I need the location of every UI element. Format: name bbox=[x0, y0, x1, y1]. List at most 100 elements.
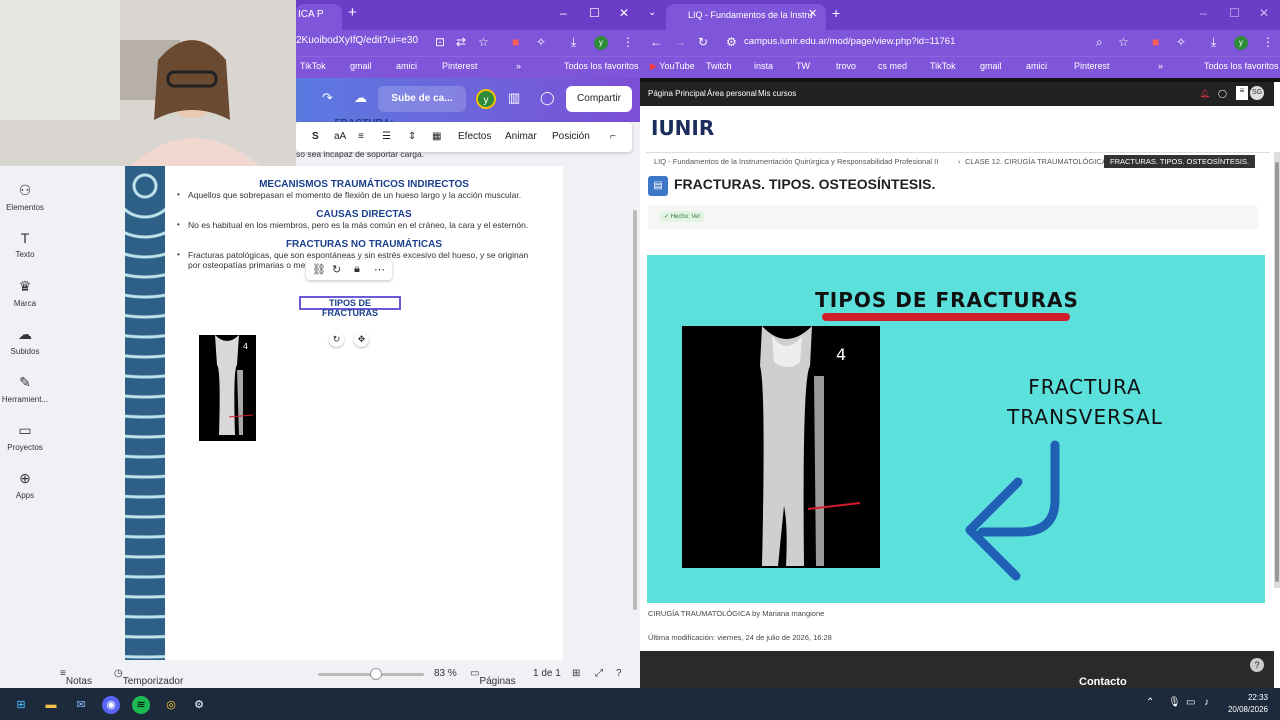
extensions-icon[interactable]: ✧ bbox=[1176, 35, 1186, 49]
star-icon[interactable]: ☆ bbox=[1118, 35, 1129, 49]
grid-view-icon[interactable]: ⊞ bbox=[572, 668, 580, 679]
sidebar-item-projects[interactable]: ▭ Proyectos bbox=[0, 422, 50, 452]
bookmark-youtube[interactable]: ▶ YouTube bbox=[650, 61, 695, 72]
help-icon[interactable]: ? bbox=[1250, 658, 1264, 672]
sidebar-item-apps[interactable]: ⊕ Apps bbox=[0, 470, 50, 500]
minimize-icon[interactable]: – bbox=[1200, 6, 1207, 20]
xray-thumbnail[interactable]: 4 bbox=[199, 335, 256, 441]
bookmark-tiktok[interactable]: TikTok bbox=[930, 61, 956, 71]
paint-format-icon[interactable]: ⌐ bbox=[610, 131, 616, 142]
cloud-save-icon[interactable]: ☁ bbox=[354, 90, 367, 106]
bookmark-tiktok[interactable]: TikTok bbox=[300, 61, 326, 71]
network-icon[interactable]: ▭ bbox=[1186, 697, 1195, 708]
sidebar-item-uploads[interactable]: ☁ Subidos bbox=[0, 326, 50, 356]
share-button[interactable]: Compartir bbox=[566, 86, 632, 112]
bookmark-gmail[interactable]: gmail bbox=[980, 61, 1002, 71]
bookmark-cs-med[interactable]: cs med bbox=[878, 61, 907, 71]
more-bookmarks-icon[interactable]: » bbox=[516, 61, 521, 71]
canva-tab[interactable]: ICA P bbox=[296, 4, 342, 30]
mail-icon[interactable]: ✉ bbox=[72, 696, 90, 714]
tray-chevron-icon[interactable]: ⌃ bbox=[1146, 697, 1154, 708]
link-icon[interactable]: ⛓ bbox=[312, 263, 326, 276]
maximize-icon[interactable]: ☐ bbox=[589, 6, 600, 20]
lock-icon[interactable]: 🔒︎ bbox=[354, 263, 360, 276]
download-icon[interactable]: ⤓ bbox=[1211, 35, 1216, 50]
menu-icon[interactable]: ⋮ bbox=[622, 35, 634, 49]
url-text[interactable]: 2KuoibodXyIfQ/edit?ui=e30 bbox=[296, 35, 418, 46]
move-icon[interactable]: ✥ bbox=[354, 332, 369, 347]
list-icon[interactable]: ☰ bbox=[382, 131, 391, 142]
zoom-slider-handle[interactable] bbox=[370, 668, 382, 680]
bookmark-amici[interactable]: amici bbox=[396, 61, 417, 71]
strikethrough-icon[interactable]: S bbox=[312, 131, 319, 142]
canvas-scrollbar[interactable] bbox=[633, 210, 637, 610]
zoom-value[interactable]: 83 % bbox=[434, 668, 457, 679]
comment-icon[interactable]: ◯ bbox=[540, 90, 555, 106]
extension-red-icon[interactable]: ■ bbox=[1152, 35, 1159, 49]
done-badge[interactable]: ✓ Hecho: Ver bbox=[660, 211, 705, 222]
url-text[interactable]: campus.iunir.edu.ar/mod/page/view.php?id… bbox=[744, 36, 955, 47]
comment-add-icon[interactable]: ↻ bbox=[332, 263, 341, 276]
system-clock[interactable]: 22:33 20/08/2026 bbox=[1222, 692, 1268, 716]
align-icon[interactable]: ≡ bbox=[358, 131, 364, 142]
download-icon[interactable]: ⤓ bbox=[571, 35, 576, 50]
bookmark-pinterest[interactable]: Pinterest bbox=[442, 61, 478, 71]
menu-icon[interactable]: ⋮ bbox=[1262, 35, 1274, 49]
profile-avatar[interactable]: y bbox=[1234, 36, 1248, 50]
spacing-icon[interactable]: ⇕ bbox=[408, 131, 416, 142]
drawer-icon[interactable]: ≡ bbox=[1236, 86, 1248, 100]
bookmark-tw[interactable]: TW bbox=[796, 61, 810, 71]
volume-icon[interactable]: ♪ bbox=[1204, 697, 1209, 708]
effects-button[interactable]: Efectos bbox=[458, 131, 491, 142]
timer-button[interactable]: ◷ Temporizador bbox=[114, 668, 183, 687]
bookmarks-folder[interactable]: Todos los favoritos bbox=[564, 61, 639, 71]
campus-tab[interactable]: LIQ - Fundamentos de la Instru bbox=[666, 4, 826, 30]
more-bookmarks-icon[interactable]: » bbox=[1158, 61, 1163, 71]
collaborator-avatar[interactable]: y bbox=[476, 89, 496, 109]
selected-text-box[interactable]: TIPOS DE FRACTURAS bbox=[299, 296, 401, 318]
bookmark-amici[interactable]: amici bbox=[1026, 61, 1047, 71]
steam-icon[interactable]: ⚙ bbox=[190, 696, 208, 714]
extension-red-icon[interactable]: ■ bbox=[512, 35, 519, 49]
chat-icon[interactable]: ◯ bbox=[1218, 89, 1227, 98]
breadcrumb-course[interactable]: LIQ - Fundamentos de la Instrumentación … bbox=[654, 157, 938, 166]
install-icon[interactable]: ⊡ bbox=[435, 35, 445, 49]
page-scrollbar[interactable] bbox=[1274, 152, 1280, 588]
bookmark-insta[interactable]: insta bbox=[754, 61, 773, 71]
help-icon[interactable]: ? bbox=[616, 668, 622, 679]
bookmark-trovo[interactable]: trovo bbox=[836, 61, 856, 71]
fullscreen-icon[interactable]: ⤢ bbox=[595, 668, 603, 679]
back-icon[interactable]: ← bbox=[650, 35, 662, 49]
breadcrumb-class[interactable]: CLASE 12. CIRUGÍA TRAUMATOLÓGICA bbox=[965, 157, 1107, 166]
insights-icon[interactable]: ▥ bbox=[508, 90, 520, 106]
bookmark-pinterest[interactable]: Pinterest bbox=[1074, 61, 1110, 71]
nav-home[interactable]: Página Principal bbox=[648, 89, 706, 98]
bookmarks-folder[interactable]: Todos los favoritos bbox=[1204, 61, 1279, 71]
scroll-thumb[interactable] bbox=[1275, 162, 1279, 582]
font-size-icon[interactable]: aA bbox=[334, 131, 346, 142]
start-icon[interactable]: ⊞ bbox=[12, 696, 30, 714]
minimize-icon[interactable]: – bbox=[560, 6, 567, 20]
position-button[interactable]: Posición bbox=[552, 131, 590, 142]
sidebar-item-text[interactable]: T Texto bbox=[0, 230, 50, 259]
notifications-icon[interactable]: 🔔︎ bbox=[1200, 89, 1210, 98]
sidebar-item-elements[interactable]: ⚇ Elementos bbox=[0, 182, 50, 212]
bookmark-gmail[interactable]: gmail bbox=[350, 61, 372, 71]
rotate-icon[interactable]: ↻ bbox=[329, 332, 344, 347]
new-tab-icon[interactable]: + bbox=[832, 5, 840, 21]
user-avatar[interactable]: SG bbox=[1250, 86, 1264, 100]
translate-icon[interactable]: ⇄ bbox=[456, 35, 466, 49]
sidebar-item-brand[interactable]: ♛ Marca bbox=[0, 278, 50, 308]
profile-avatar[interactable]: y bbox=[594, 36, 608, 50]
close-icon[interactable]: ✕ bbox=[1259, 6, 1269, 20]
notes-button[interactable]: ≡ Notas bbox=[60, 668, 92, 687]
maximize-icon[interactable]: ☐ bbox=[1229, 6, 1240, 20]
redo-icon[interactable]: ↷ bbox=[322, 90, 333, 106]
tab-search-icon[interactable]: ⌄ bbox=[648, 7, 656, 18]
tab-close-icon[interactable]: ✕ bbox=[808, 7, 817, 20]
new-tab-icon[interactable]: + bbox=[348, 4, 357, 21]
bookmark-twitch[interactable]: Twitch bbox=[706, 61, 732, 71]
upload-button[interactable]: Sube de ca... bbox=[378, 86, 466, 112]
nav-my-courses[interactable]: Mis cursos bbox=[758, 89, 796, 98]
transparency-icon[interactable]: ▦ bbox=[432, 131, 441, 142]
